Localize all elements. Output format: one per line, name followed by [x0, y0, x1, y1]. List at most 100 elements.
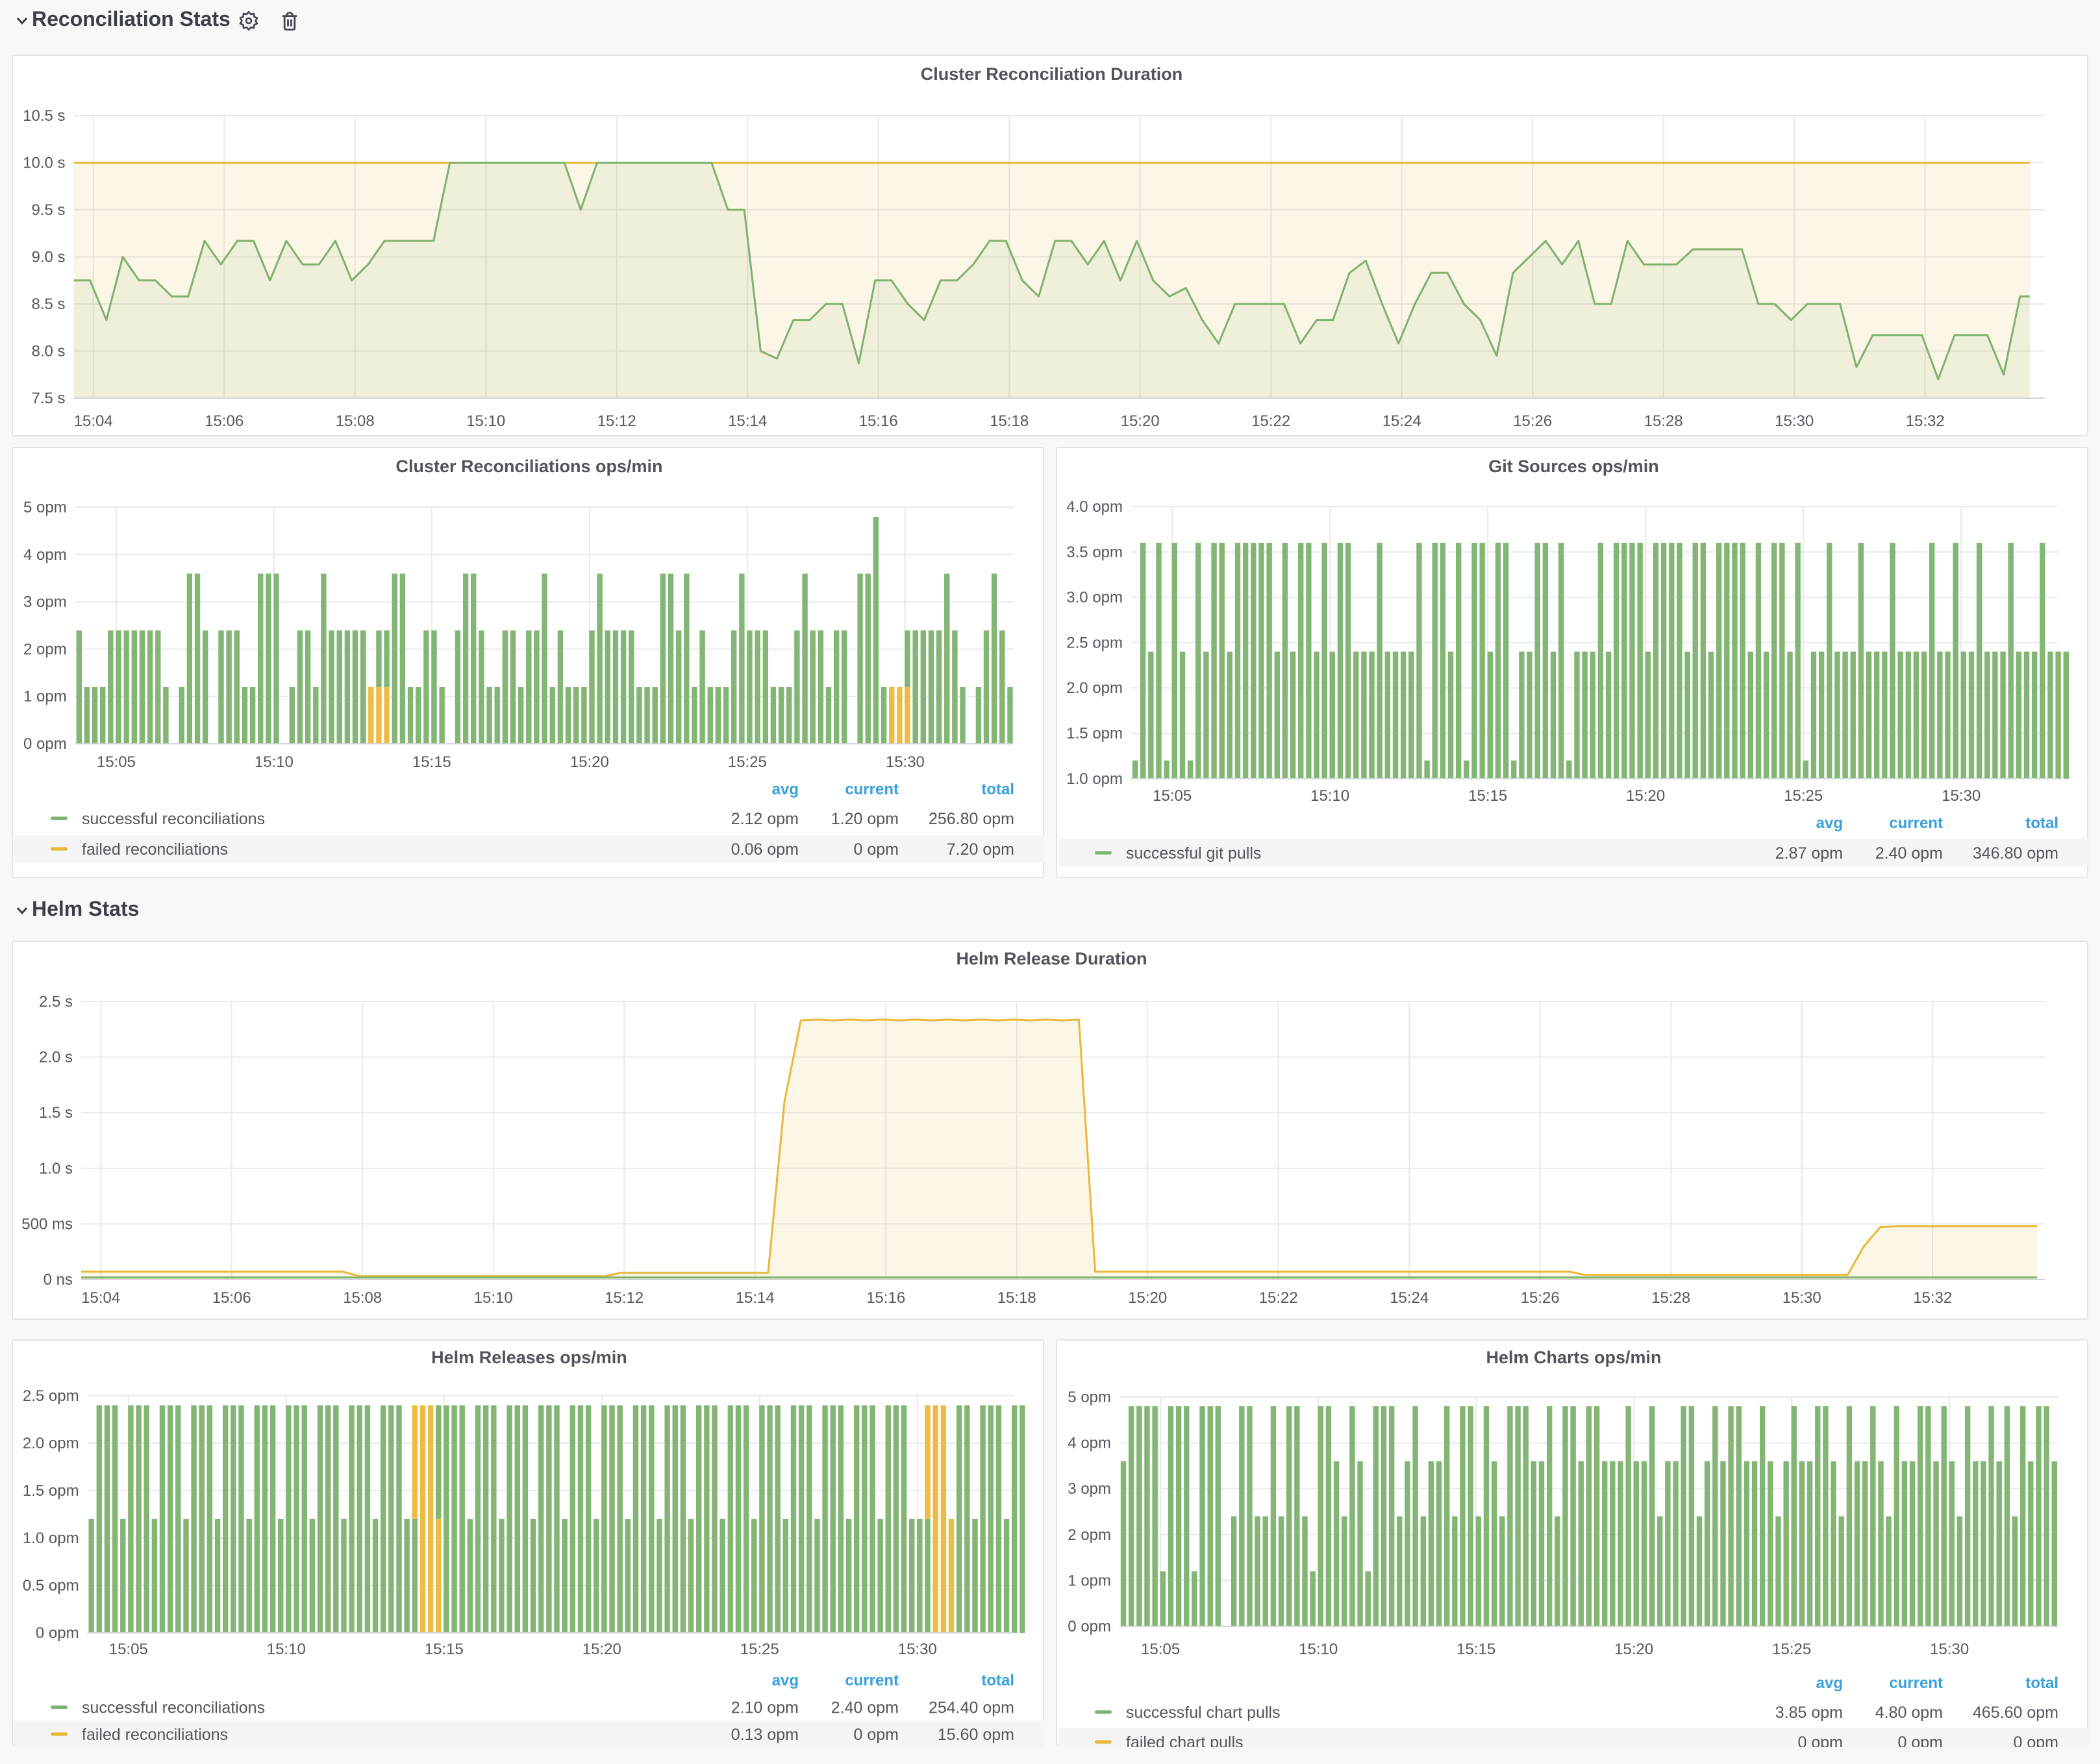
- svg-text:2.5 s: 2.5 s: [38, 992, 72, 1010]
- svg-text:15:10: 15:10: [1310, 787, 1349, 805]
- svg-text:3.0 opm: 3.0 opm: [1066, 589, 1122, 607]
- svg-text:2.40 opm: 2.40 opm: [831, 1698, 898, 1717]
- svg-text:3 opm: 3 opm: [23, 594, 66, 611]
- svg-text:0.13 opm: 0.13 opm: [731, 1725, 798, 1743]
- svg-text:15:25: 15:25: [1771, 1640, 1810, 1657]
- svg-text:15:12: 15:12: [597, 412, 636, 429]
- svg-text:15:30: 15:30: [1782, 1289, 1821, 1306]
- svg-text:successful chart pulls: successful chart pulls: [1125, 1703, 1280, 1721]
- svg-text:15:05: 15:05: [96, 753, 135, 771]
- svg-text:Helm Charts ops/min: Helm Charts ops/min: [1485, 1347, 1660, 1367]
- svg-text:15:05: 15:05: [1140, 1640, 1179, 1657]
- svg-text:15:10: 15:10: [254, 753, 293, 771]
- svg-text:15:30: 15:30: [1774, 412, 1813, 429]
- svg-text:15:32: 15:32: [1905, 412, 1944, 429]
- svg-text:Git Sources ops/min: Git Sources ops/min: [1488, 457, 1658, 476]
- svg-text:7.20 opm: 7.20 opm: [946, 840, 1014, 859]
- svg-text:0 opm: 0 opm: [2013, 1733, 2058, 1746]
- svg-text:total: total: [2025, 1674, 2058, 1691]
- svg-text:2.10 opm: 2.10 opm: [731, 1698, 798, 1717]
- svg-text:15.60 opm: 15.60 opm: [937, 1725, 1014, 1743]
- svg-text:15:20: 15:20: [1625, 787, 1664, 805]
- svg-text:current: current: [844, 1671, 898, 1689]
- svg-text:15:28: 15:28: [1651, 1289, 1690, 1306]
- svg-text:15:22: 15:22: [1258, 1289, 1297, 1306]
- svg-text:total: total: [2025, 814, 2058, 832]
- svg-text:2.5 opm: 2.5 opm: [1066, 634, 1122, 651]
- svg-text:10.5 s: 10.5 s: [22, 107, 64, 124]
- svg-text:2.5 opm: 2.5 opm: [22, 1387, 79, 1404]
- svg-text:15:16: 15:16: [858, 412, 897, 429]
- svg-text:15:20: 15:20: [582, 1640, 621, 1657]
- svg-text:15:20: 15:20: [1120, 412, 1159, 429]
- svg-text:15:15: 15:15: [1456, 1640, 1495, 1657]
- svg-text:failed reconciliations: failed reconciliations: [81, 1725, 227, 1743]
- svg-text:9.0 s: 9.0 s: [31, 248, 64, 266]
- svg-text:2.0 s: 2.0 s: [38, 1048, 72, 1066]
- svg-text:15:06: 15:06: [204, 412, 243, 429]
- svg-text:5 opm: 5 opm: [1067, 1388, 1110, 1405]
- svg-text:15:20: 15:20: [569, 753, 608, 771]
- svg-text:0 opm: 0 opm: [853, 1725, 898, 1743]
- svg-text:1.5 opm: 1.5 opm: [1066, 725, 1122, 742]
- svg-text:2.87 opm: 2.87 opm: [1775, 844, 1842, 863]
- svg-text:15:18: 15:18: [997, 1289, 1036, 1306]
- svg-text:15:28: 15:28: [1644, 412, 1682, 429]
- svg-text:8.0 s: 8.0 s: [31, 342, 64, 360]
- svg-text:successful git pulls: successful git pulls: [1125, 844, 1260, 863]
- svg-text:15:25: 15:25: [727, 753, 766, 771]
- svg-text:15:10: 15:10: [266, 1640, 305, 1657]
- svg-text:2.12 opm: 2.12 opm: [731, 810, 798, 828]
- svg-text:2 opm: 2 opm: [23, 640, 66, 658]
- svg-text:15:15: 15:15: [424, 1640, 463, 1657]
- svg-text:15:08: 15:08: [342, 1289, 381, 1306]
- svg-text:15:24: 15:24: [1382, 412, 1421, 429]
- svg-text:0 opm: 0 opm: [35, 1624, 79, 1641]
- svg-text:1 opm: 1 opm: [23, 688, 66, 705]
- svg-text:avg: avg: [1816, 1674, 1842, 1691]
- svg-text:current: current: [844, 781, 898, 798]
- svg-text:15:10: 15:10: [466, 412, 505, 429]
- svg-text:15:18: 15:18: [989, 412, 1028, 429]
- svg-text:15:25: 15:25: [1783, 787, 1822, 805]
- svg-text:failed reconciliations: failed reconciliations: [81, 840, 227, 859]
- svg-text:Cluster Reconciliations ops/mi: Cluster Reconciliations ops/min: [395, 457, 662, 476]
- svg-text:15:30: 15:30: [897, 1640, 936, 1657]
- svg-text:15:32: 15:32: [1912, 1289, 1951, 1306]
- svg-text:1.0 opm: 1.0 opm: [1066, 770, 1122, 788]
- svg-text:15:22: 15:22: [1251, 412, 1290, 429]
- svg-text:total: total: [981, 781, 1014, 798]
- svg-text:15:14: 15:14: [735, 1289, 774, 1306]
- svg-text:15:15: 15:15: [1468, 787, 1506, 805]
- svg-text:9.5 s: 9.5 s: [31, 201, 64, 218]
- svg-text:5 opm: 5 opm: [23, 499, 66, 516]
- svg-text:2.0 opm: 2.0 opm: [22, 1434, 79, 1452]
- svg-text:346.80 opm: 346.80 opm: [1972, 844, 2058, 863]
- svg-text:2.0 opm: 2.0 opm: [1066, 679, 1122, 697]
- svg-text:15:30: 15:30: [885, 753, 924, 771]
- svg-text:3.85 opm: 3.85 opm: [1775, 1703, 1842, 1721]
- svg-text:15:14: 15:14: [727, 412, 766, 429]
- svg-text:15:04: 15:04: [73, 412, 112, 429]
- svg-text:failed chart pulls: failed chart pulls: [1125, 1733, 1243, 1746]
- svg-text:0 ns: 0 ns: [43, 1270, 72, 1288]
- svg-text:15:15: 15:15: [412, 753, 451, 771]
- svg-text:15:12: 15:12: [604, 1289, 643, 1306]
- svg-text:254.40 opm: 254.40 opm: [928, 1698, 1014, 1717]
- svg-text:15:06: 15:06: [212, 1289, 251, 1306]
- svg-text:15:20: 15:20: [1614, 1640, 1653, 1657]
- svg-text:3.5 opm: 3.5 opm: [1066, 544, 1122, 561]
- svg-text:1.20 opm: 1.20 opm: [831, 810, 898, 828]
- svg-text:2.40 opm: 2.40 opm: [1875, 844, 1942, 863]
- svg-text:4 opm: 4 opm: [23, 546, 66, 564]
- svg-text:4.80 opm: 4.80 opm: [1875, 1703, 1942, 1721]
- svg-text:0.06 opm: 0.06 opm: [731, 840, 798, 859]
- svg-text:15:26: 15:26: [1512, 412, 1551, 429]
- svg-text:15:30: 15:30: [1941, 787, 1980, 805]
- svg-text:15:26: 15:26: [1520, 1289, 1559, 1306]
- svg-text:avg: avg: [771, 1671, 798, 1689]
- svg-text:successful reconciliations: successful reconciliations: [81, 1698, 264, 1717]
- svg-text:15:05: 15:05: [1152, 787, 1191, 805]
- svg-text:15:04: 15:04: [81, 1289, 119, 1306]
- svg-text:1.5 s: 1.5 s: [38, 1103, 72, 1121]
